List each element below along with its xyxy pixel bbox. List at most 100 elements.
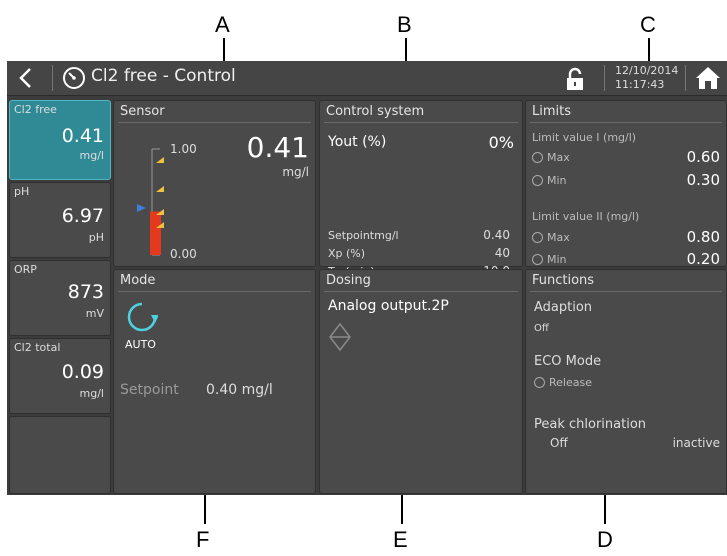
radio-icon [532, 254, 543, 265]
panel-divider [118, 291, 311, 292]
title-bar: Cl2 free - Control 12/10/2014 11:17:43 [7, 61, 727, 96]
limits-panel[interactable]: Limits Limit value I (mg/l) Max 0.60 Min… [525, 100, 727, 268]
panel-divider [324, 122, 518, 123]
sidebar-item-ph[interactable]: pH 6.97 pH [9, 182, 111, 258]
sidebar-item-value: 873 [67, 281, 104, 303]
callout-b: B [397, 12, 412, 37]
eco-mode-label: ECO Mode [534, 354, 602, 369]
yout-label: Yout (%) [328, 134, 387, 150]
sidebar-item-label: Cl2 free [14, 103, 57, 116]
dosing-output-label: Analog output.2P [328, 298, 449, 314]
radio-icon [532, 175, 543, 186]
limit-2-min-row[interactable]: Min [532, 253, 567, 266]
panel-divider [530, 122, 722, 123]
peak-state: Off [550, 436, 568, 450]
setpoint-value: 0.40 mg/l [206, 382, 273, 398]
limit-marker [156, 186, 164, 192]
panel-title: Limits [532, 104, 571, 119]
home-icon[interactable] [695, 66, 721, 90]
title-separator [52, 65, 53, 91]
panel-title: Sensor [120, 104, 165, 119]
peak-status: inactive [672, 436, 720, 450]
auto-mode-icon [127, 302, 158, 332]
limit-2-max-value: 0.80 [686, 228, 720, 246]
callout-d: D [597, 527, 613, 552]
sidebar-item-label: Cl2 total [14, 341, 61, 354]
limit-1-max-row[interactable]: Max [532, 151, 570, 164]
dosing-panel[interactable]: Dosing Analog output.2P [319, 269, 523, 494]
sidebar-item-value: 0.09 [61, 361, 104, 383]
control-gauge-icon [63, 67, 85, 89]
sidebar-item-unit: mg/l [79, 387, 104, 400]
sidebar-item-cl2-free[interactable]: Cl2 free 0.41 mg/l [9, 100, 111, 180]
device-screen: Cl2 free - Control 12/10/2014 11:17:43 C… [7, 61, 727, 495]
panel-title: Functions [532, 273, 595, 288]
chevron-left-icon [19, 68, 31, 88]
page-title: Cl2 free - Control [91, 66, 236, 86]
setpoint-value: 0.40 [483, 228, 510, 242]
yout-value: 0% [488, 133, 514, 152]
callout-f: F [196, 527, 210, 552]
panel-title: Dosing [326, 273, 371, 288]
callout-a: A [215, 12, 230, 37]
sidebar-item-unit: mV [85, 307, 104, 320]
adaption-label: Adaption [534, 300, 593, 315]
radio-icon [534, 377, 545, 388]
panel-divider [530, 291, 722, 292]
setpoint-label: Setpoint [120, 382, 179, 398]
sidebar-item-cl2-total[interactable]: Cl2 total 0.09 mg/l [9, 338, 111, 414]
title-separator [685, 65, 686, 91]
limit-1-max-value: 0.60 [686, 148, 720, 166]
limit-2-max-row[interactable]: Max [532, 231, 570, 244]
sidebar-item-label: ORP [14, 263, 37, 276]
sidebar-item-value: 0.41 [61, 125, 104, 147]
limit-1-min-value: 0.30 [686, 171, 720, 189]
panel-title: Control system [326, 104, 425, 119]
limit-label: Max [547, 231, 570, 244]
adaption-state: Off [534, 323, 549, 334]
limit-1-min-row[interactable]: Min [532, 174, 567, 187]
sidebar-item-unit: pH [88, 231, 104, 244]
setpoint-label: Setpointmg/l [328, 229, 399, 242]
eco-release-option[interactable]: Release [534, 376, 592, 389]
back-button[interactable] [15, 64, 45, 92]
sidebar-item-orp[interactable]: ORP 873 mV [9, 260, 111, 336]
sensor-panel[interactable]: Sensor 1.00 0.00 0.41 mg/l [113, 100, 316, 267]
panel-title: Mode [120, 273, 156, 288]
dosing-pump-icon [329, 322, 351, 352]
xp-value: 40 [494, 246, 510, 260]
callout-c: C [640, 12, 656, 37]
sensor-level-bar [150, 211, 161, 255]
time-text: 11:17:43 [615, 78, 665, 91]
limit-group-1-label: Limit value I (mg/l) [532, 131, 637, 144]
xp-label: Xp (%) [328, 247, 366, 260]
date-text: 12/10/2014 [615, 64, 679, 77]
panel-divider [324, 291, 518, 292]
radio-icon [532, 232, 543, 243]
mode-label: AUTO [125, 338, 156, 351]
functions-panel[interactable]: Functions Adaption Off ECO Mode Release … [525, 269, 727, 494]
sidebar-item-empty [9, 416, 111, 494]
limit-2-min-value: 0.20 [686, 250, 720, 268]
unlock-icon[interactable] [564, 67, 586, 91]
sensor-value: 0.41 [246, 131, 309, 164]
release-label: Release [549, 376, 592, 389]
limit-marker [156, 157, 164, 163]
callout-e: E [393, 527, 408, 552]
limit-label: Max [547, 151, 570, 164]
limit-group-2-label: Limit value II (mg/l) [532, 210, 640, 223]
control-system-panel[interactable]: Control system Yout (%) 0% Setpointmg/l … [319, 100, 523, 278]
scale-min-label: 0.00 [170, 247, 197, 261]
sidebar-item-value: 6.97 [61, 205, 104, 227]
radio-icon [532, 152, 543, 163]
sensor-unit: mg/l [282, 165, 309, 179]
limit-label: Min [547, 253, 567, 266]
sidebar-item-label: pH [14, 185, 30, 198]
title-separator [604, 65, 605, 91]
limit-label: Min [547, 174, 567, 187]
panel-divider [118, 122, 311, 123]
mode-panel[interactable]: Mode AUTO Setpoint 0.40 mg/l [113, 269, 316, 494]
peak-chlorination-label: Peak chlorination [534, 417, 647, 432]
datetime: 12/10/2014 11:17:43 [615, 64, 678, 92]
setpoint-pointer [137, 204, 146, 212]
